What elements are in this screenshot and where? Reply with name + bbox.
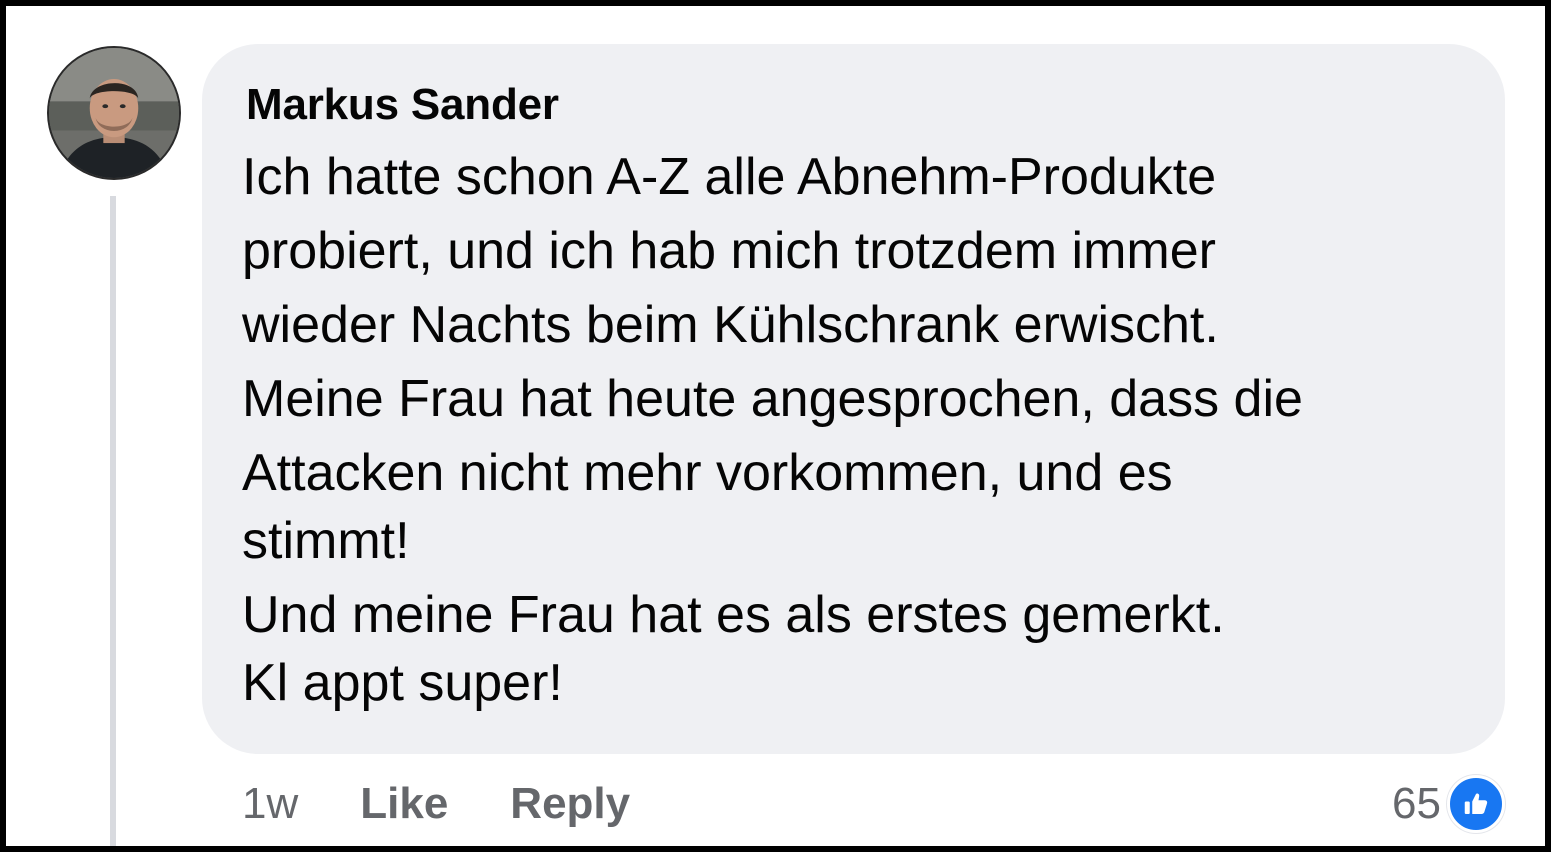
comment-text-line: Und meine Frau hat es als erstes gemerkt… xyxy=(242,586,1225,644)
comment-text-line: Kl appt super! xyxy=(242,654,563,712)
author-name[interactable]: Markus Sander xyxy=(246,80,559,130)
comment-actions: 1w Like Reply xyxy=(242,776,692,832)
like-button[interactable]: Like xyxy=(360,779,448,829)
comment-text-line: probiert, und ich hab mich trotzdem imme… xyxy=(242,222,1216,280)
reactions-summary[interactable]: 65 xyxy=(1392,774,1505,834)
comment-text-line: wieder Nachts beim Kühlschrank erwischt. xyxy=(242,296,1219,354)
comment-text-line: Attacken nicht mehr vorkommen, und es xyxy=(242,444,1173,502)
comment-text-line: Ich hatte schon A-Z alle Abnehm-Produkte xyxy=(242,148,1217,206)
comment-text-line: Meine Frau hat heute angesprochen, dass … xyxy=(242,370,1303,428)
reply-button[interactable]: Reply xyxy=(510,779,630,829)
comment-text: Ich hatte schon A-Z alle Abnehm-Produkte… xyxy=(242,140,1492,720)
avatar[interactable] xyxy=(47,46,181,180)
avatar-photo xyxy=(49,48,179,178)
comment-text-line: stimmt! xyxy=(242,512,410,570)
reaction-count: 65 xyxy=(1392,779,1441,828)
comment-frame: Markus Sander Ich hatte schon A-Z alle A… xyxy=(6,6,1545,846)
timestamp[interactable]: 1w xyxy=(242,779,298,829)
thread-line xyxy=(110,196,116,846)
thumbs-up-icon xyxy=(1447,775,1505,833)
